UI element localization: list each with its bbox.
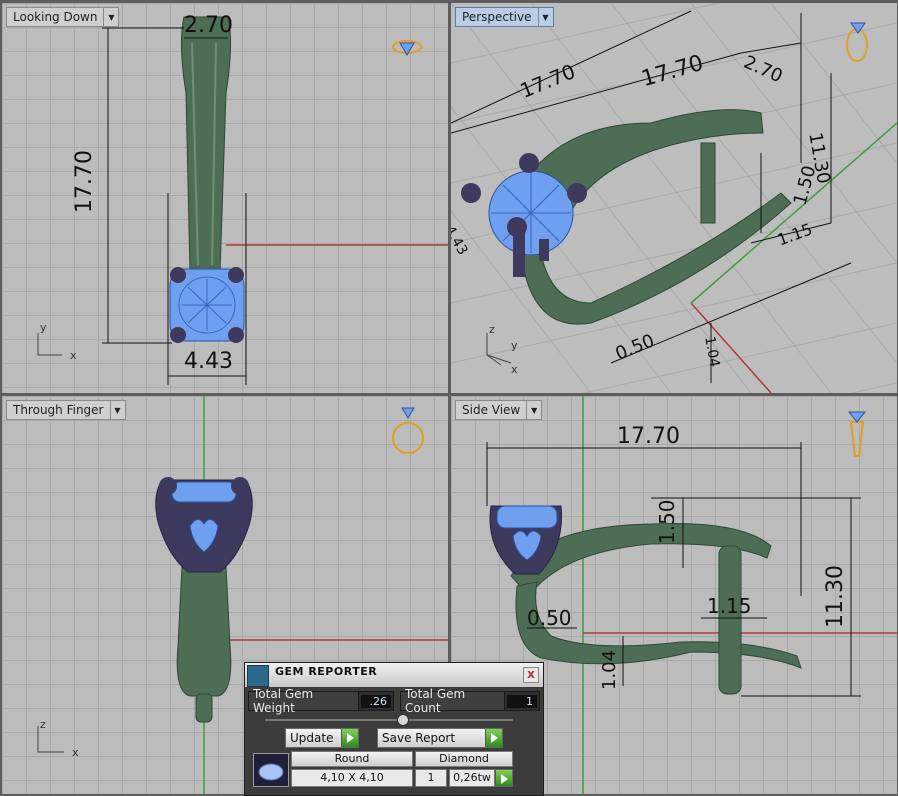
dimension-length-side: 17.70 xyxy=(617,424,680,449)
gem-reporter-icon xyxy=(247,665,269,687)
dimension-gap-side: 0.50 xyxy=(527,606,572,630)
axis-z-label: z xyxy=(40,718,46,731)
dimension-depth-side: 1.04 xyxy=(599,649,620,690)
total-gem-weight-value[interactable]: .26 xyxy=(360,694,391,708)
column-header-shape: Round xyxy=(291,751,413,767)
total-gem-count-value[interactable]: 1 xyxy=(507,694,537,708)
viewport-title-label: Through Finger xyxy=(13,403,104,417)
gem-reporter-panel: GEM REPORTER x Total Gem Weight .26 Tota… xyxy=(244,662,544,796)
dimension-length-top: 17.70 xyxy=(72,150,97,213)
axis-x-label: x xyxy=(70,349,77,362)
gem-reporter-titlebar[interactable]: GEM REPORTER x xyxy=(245,663,543,687)
update-button[interactable]: Update xyxy=(285,728,359,748)
axis-y-label: y xyxy=(40,321,47,334)
ring-side-icon xyxy=(847,411,867,457)
ring-top-icon xyxy=(392,40,422,56)
viewport-looking-down[interactable]: Looking Down ▼ 2.70 17.70 4.43 y x xyxy=(2,3,448,393)
gem-reporter-title: GEM REPORTER xyxy=(275,665,378,678)
chevron-down-icon[interactable]: ▼ xyxy=(526,401,541,419)
play-icon[interactable] xyxy=(341,729,358,747)
gem-size-cell: 4,10 X 4,10 xyxy=(291,769,413,787)
slider-knob[interactable] xyxy=(397,714,409,726)
viewport-title-looking-down[interactable]: Looking Down ▼ xyxy=(6,7,120,27)
viewport-title-perspective[interactable]: Perspective ▼ xyxy=(455,7,554,27)
viewport-title-label: Side View xyxy=(462,403,521,417)
chevron-down-icon[interactable]: ▼ xyxy=(537,8,553,26)
chevron-down-icon[interactable]: ▼ xyxy=(103,8,118,26)
save-report-label: Save Report xyxy=(382,731,456,745)
column-header-material: Diamond xyxy=(415,751,513,767)
update-label: Update xyxy=(290,731,334,745)
gem-weight-cell: 0,26tw xyxy=(449,769,495,787)
total-gem-count-label: Total Gem Count xyxy=(400,687,505,715)
viewport-title-label: Looking Down xyxy=(13,10,98,24)
viewport-title-side-view[interactable]: Side View ▼ xyxy=(455,400,543,420)
dimension-shank-side: 1.50 xyxy=(655,499,679,544)
dimension-gem-top: 4.43 xyxy=(184,349,233,374)
play-icon[interactable] xyxy=(485,729,502,747)
dimension-height-side: 11.30 xyxy=(823,565,848,628)
viewport-title-through-finger[interactable]: Through Finger ▼ xyxy=(6,400,126,420)
panel-slider[interactable] xyxy=(265,714,513,726)
axis-z-label: z xyxy=(489,323,495,336)
save-report-button[interactable]: Save Report xyxy=(377,728,503,748)
total-gem-count-field: Total Gem Count 1 xyxy=(399,687,540,715)
dimension-width-top: 2.70 xyxy=(184,13,233,38)
axis-y-label: y xyxy=(511,339,518,352)
gem-thumbnail xyxy=(253,753,289,787)
total-gem-weight-field: Total Gem Weight .26 xyxy=(248,687,394,715)
axis-x-label: x xyxy=(511,363,518,376)
close-icon[interactable]: x xyxy=(523,667,539,683)
gem-count-cell: 1 xyxy=(415,769,447,787)
total-gem-weight-label: Total Gem Weight xyxy=(249,687,359,715)
gem-row-go-button[interactable] xyxy=(495,769,513,787)
viewport-title-label: Perspective xyxy=(462,10,532,24)
axis-x-label: x xyxy=(72,746,79,759)
gem-table: Round Diamond 4,10 X 4,10 1 0,26tw xyxy=(253,751,533,791)
ring-front-icon xyxy=(392,407,424,454)
looking-down-scene xyxy=(37,16,448,385)
chevron-down-icon[interactable]: ▼ xyxy=(109,401,125,419)
ring-perspective-icon xyxy=(846,22,868,62)
viewport-perspective[interactable]: Perspective ▼ 17.70 17.70 2.70 11.30 1.5… xyxy=(451,3,897,393)
dimension-thickness-side: 1.15 xyxy=(707,594,752,618)
play-icon[interactable] xyxy=(495,770,512,786)
